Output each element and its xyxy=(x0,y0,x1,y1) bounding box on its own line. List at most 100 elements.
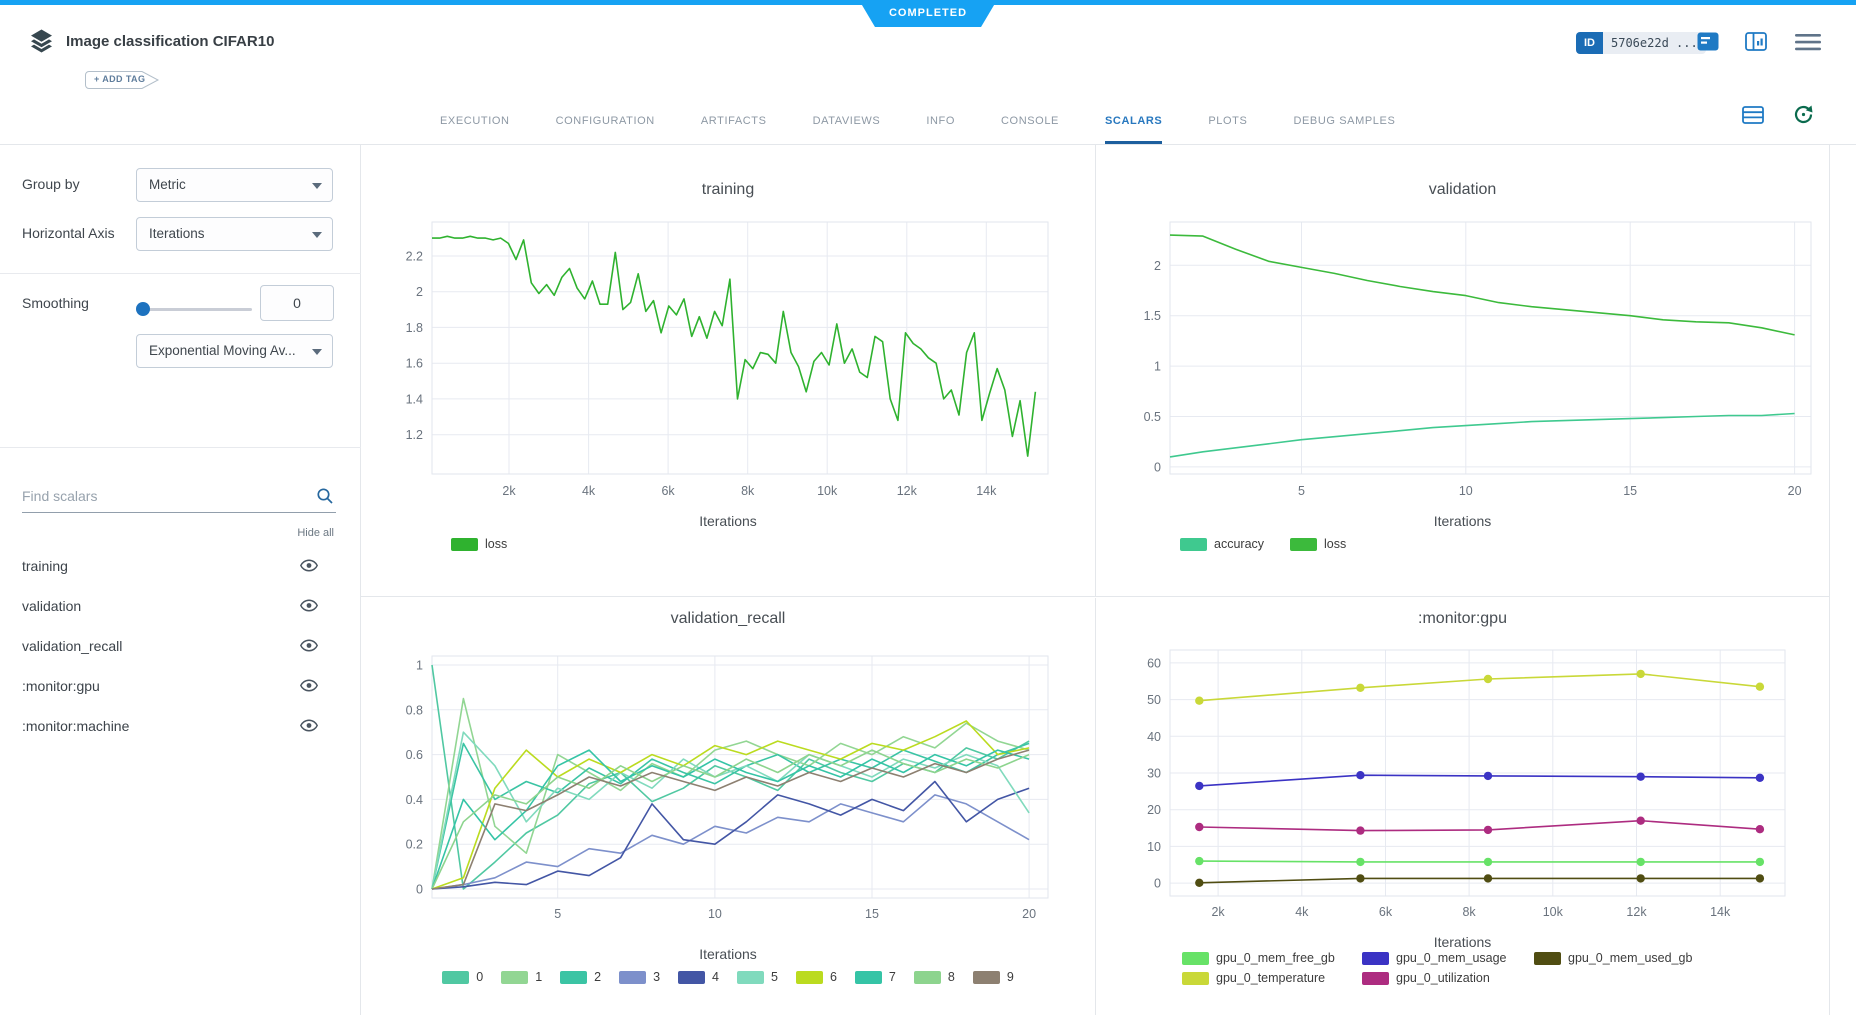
smoothing-type-select[interactable]: Exponential Moving Av... xyxy=(136,334,333,368)
eye-icon[interactable] xyxy=(300,559,318,577)
menu-icon[interactable] xyxy=(1795,34,1821,56)
refresh-icon[interactable] xyxy=(1792,103,1815,131)
legend-swatch xyxy=(796,971,823,984)
svg-text:20: 20 xyxy=(1788,484,1802,498)
group-by-select[interactable]: Metric xyxy=(136,168,333,202)
experiment-icon xyxy=(28,27,55,59)
legend-item-3[interactable]: 3 xyxy=(619,970,660,984)
tab-execution[interactable]: EXECUTION xyxy=(440,115,510,144)
svg-text:2k: 2k xyxy=(1211,905,1225,919)
svg-text:40: 40 xyxy=(1147,730,1161,744)
id-chip[interactable]: ID 5706e22d ... xyxy=(1576,32,1706,54)
legend-item-7[interactable]: 7 xyxy=(855,970,896,984)
metric-row-monitor-gpu: :monitor:gpu xyxy=(0,667,361,707)
smoothing-slider[interactable] xyxy=(140,308,252,311)
chart-legend: loss xyxy=(451,537,507,551)
svg-text:12k: 12k xyxy=(897,484,918,498)
metrics-list: trainingvalidationvalidation_recall:moni… xyxy=(0,547,361,747)
smoothing-value-input[interactable]: 0 xyxy=(260,285,334,321)
legend-item-gpu-0-mem-used-gb[interactable]: gpu_0_mem_used_gb xyxy=(1534,951,1692,965)
svg-text:8k: 8k xyxy=(741,484,755,498)
svg-text:15: 15 xyxy=(865,907,879,921)
svg-text:1: 1 xyxy=(1154,360,1161,374)
legend-swatch xyxy=(451,538,478,551)
comments-icon[interactable] xyxy=(1697,32,1719,56)
legend-swatch xyxy=(442,971,469,984)
validation-plot[interactable]: 510152000.511.52 xyxy=(1096,145,1829,505)
legend-label: 5 xyxy=(771,970,778,984)
legend-label: 1 xyxy=(535,970,542,984)
legend-item-gpu-0-utilization[interactable]: gpu_0_utilization xyxy=(1362,971,1534,985)
eye-icon[interactable] xyxy=(300,599,318,617)
id-value[interactable]: 5706e22d ... xyxy=(1603,32,1706,54)
legend-item-gpu-0-mem-usage[interactable]: gpu_0_mem_usage xyxy=(1362,951,1534,965)
legend-item-gpu-0-mem-free-gb[interactable]: gpu_0_mem_free_gb xyxy=(1182,951,1362,965)
tab-plots[interactable]: PLOTS xyxy=(1208,115,1247,144)
legend-item-loss[interactable]: loss xyxy=(451,537,507,551)
tab-debug-samples[interactable]: DEBUG SAMPLES xyxy=(1293,115,1395,144)
x-axis-label: Iterations xyxy=(1096,934,1829,950)
tab-configuration[interactable]: CONFIGURATION xyxy=(556,115,655,144)
svg-text:1.2: 1.2 xyxy=(406,428,423,442)
legend-label: gpu_0_mem_free_gb xyxy=(1216,951,1335,965)
find-scalars-field xyxy=(22,483,336,513)
validation-recall-plot[interactable]: 510152000.20.40.60.81 xyxy=(361,598,1096,933)
legend-item-9[interactable]: 9 xyxy=(973,970,1014,984)
svg-text:10: 10 xyxy=(1459,484,1473,498)
search-icon[interactable] xyxy=(316,487,334,510)
monitor-gpu-plot[interactable]: 2k4k6k8k10k12k14k0102030405060 xyxy=(1096,598,1829,933)
chevron-down-icon xyxy=(312,349,322,355)
tab-artifacts[interactable]: ARTIFACTS xyxy=(701,115,767,144)
smoothing-slider-knob[interactable] xyxy=(136,302,150,316)
tab-info[interactable]: INFO xyxy=(926,115,955,144)
svg-text:4k: 4k xyxy=(1295,905,1309,919)
svg-text:12k: 12k xyxy=(1626,905,1647,919)
legend-label: 0 xyxy=(476,970,483,984)
id-label: ID xyxy=(1576,32,1603,54)
svg-text:14k: 14k xyxy=(976,484,997,498)
legend-item-8[interactable]: 8 xyxy=(914,970,955,984)
table-view-icon[interactable] xyxy=(1742,106,1764,129)
legend-item-4[interactable]: 4 xyxy=(678,970,719,984)
add-tag-button[interactable]: + ADD TAG xyxy=(84,70,162,90)
horizontal-axis-select[interactable]: Iterations xyxy=(136,217,333,251)
svg-text:6k: 6k xyxy=(661,484,675,498)
legend-item-2[interactable]: 2 xyxy=(560,970,601,984)
legend-label: loss xyxy=(1324,537,1346,551)
svg-text:4k: 4k xyxy=(582,484,596,498)
hide-all-link[interactable]: Hide all xyxy=(297,527,334,539)
legend-item-0[interactable]: 0 xyxy=(442,970,483,984)
tab-scalars[interactable]: SCALARS xyxy=(1105,115,1162,144)
find-scalars-input[interactable] xyxy=(22,483,302,509)
legend-item-1[interactable]: 1 xyxy=(501,970,542,984)
svg-text:2.2: 2.2 xyxy=(406,250,423,264)
legend-label: 7 xyxy=(889,970,896,984)
chart-card-training: training 2k4k6k8k10k12k14k1.21.41.61.822… xyxy=(361,145,1096,597)
svg-text:10: 10 xyxy=(1147,840,1161,854)
chart-legend: 0 1 2 3 4 5 6 7 8 9 xyxy=(361,970,1095,984)
legend-item-6[interactable]: 6 xyxy=(796,970,837,984)
legend-swatch xyxy=(855,971,882,984)
metric-row-training: training xyxy=(0,547,361,587)
svg-text:0: 0 xyxy=(416,883,423,897)
chart-legend: gpu_0_mem_free_gb gpu_0_mem_usagegpu_0_me… xyxy=(1182,951,1692,985)
training-plot[interactable]: 2k4k6k8k10k12k14k1.21.41.61.822.2 xyxy=(361,145,1096,505)
legend-swatch xyxy=(1534,952,1561,965)
x-axis-label: Iterations xyxy=(361,946,1095,962)
legend-label: loss xyxy=(485,537,507,551)
tab-console[interactable]: CONSOLE xyxy=(1001,115,1059,144)
eye-icon[interactable] xyxy=(300,679,318,697)
chevron-down-icon xyxy=(312,183,322,189)
svg-text:0: 0 xyxy=(1154,877,1161,891)
metric-label: validation_recall xyxy=(22,638,122,654)
svg-text:6k: 6k xyxy=(1379,905,1393,919)
legend-item-accuracy[interactable]: accuracy xyxy=(1180,537,1264,551)
eye-icon[interactable] xyxy=(300,719,318,737)
legend-item-loss[interactable]: loss xyxy=(1290,537,1346,551)
details-panel-icon[interactable] xyxy=(1745,32,1767,56)
metric-row-monitor-machine: :monitor:machine xyxy=(0,707,361,747)
legend-item-gpu-0-temperature[interactable]: gpu_0_temperature xyxy=(1182,971,1362,985)
legend-item-5[interactable]: 5 xyxy=(737,970,778,984)
eye-icon[interactable] xyxy=(300,639,318,657)
tab-dataviews[interactable]: DATAVIEWS xyxy=(813,115,881,144)
